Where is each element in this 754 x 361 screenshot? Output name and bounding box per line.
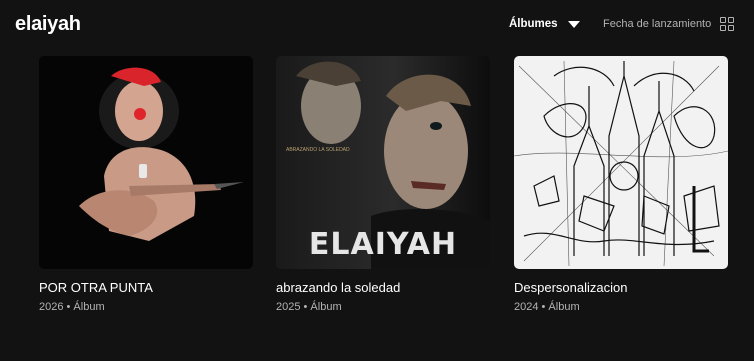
grid-view-icon[interactable] xyxy=(720,17,735,31)
cover-small-text: ABRAZANDO LA SOLEDAD xyxy=(286,147,350,153)
album-subtitle: 2026 • Álbum xyxy=(39,301,105,313)
album-card[interactable]: Despersonalizacion 2024 • Álbum xyxy=(514,56,728,313)
album-title[interactable]: Despersonalizacion xyxy=(514,280,728,295)
album-title[interactable]: abrazando la soledad xyxy=(276,280,490,295)
top-bar: elaiyah Álbumes Fecha de lanzamiento xyxy=(0,0,754,50)
chevron-down-icon xyxy=(567,20,580,28)
release-type-filter-button[interactable]: Álbumes xyxy=(509,14,580,34)
album-title[interactable]: POR OTRA PUNTA xyxy=(39,280,253,295)
album-card[interactable]: POR OTRA PUNTA 2026 • Álbum xyxy=(39,56,253,313)
album-subtitle: 2024 • Álbum xyxy=(514,301,580,313)
filter-label: Álbumes xyxy=(509,18,558,30)
album-cover-image[interactable] xyxy=(514,56,728,269)
sort-label: Fecha de lanzamiento xyxy=(603,18,712,30)
album-subtitle: 2025 • Álbum xyxy=(276,301,342,313)
album-cover-image[interactable]: ABRAZANDO LA SOLEDAD ELAIYAH xyxy=(276,56,490,269)
album-cover-image[interactable] xyxy=(39,56,253,269)
album-card[interactable]: ABRAZANDO LA SOLEDAD ELAIYAH abrazando l… xyxy=(276,56,490,313)
sort-button[interactable]: Fecha de lanzamiento xyxy=(603,14,735,34)
cover-artist-text: ELAIYAH xyxy=(309,227,457,262)
artist-name: elaiyah xyxy=(15,13,81,35)
